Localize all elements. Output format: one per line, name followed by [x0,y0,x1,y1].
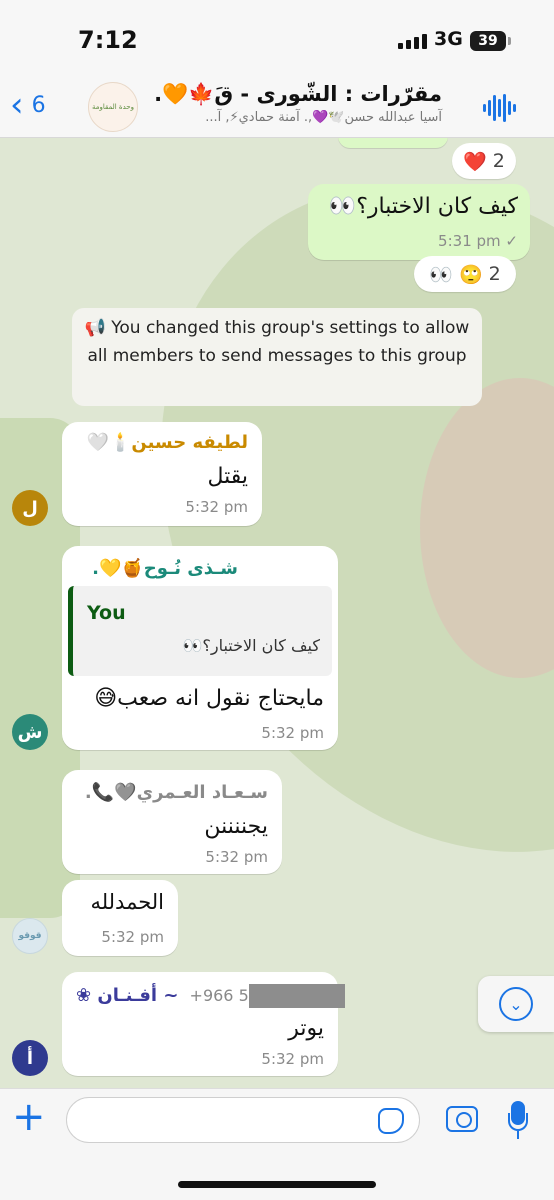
sender-name[interactable]: ~ أفـنـان ❀ [76,985,178,1006]
network-type: 3G [434,28,463,50]
unread-count: 6 [31,92,46,118]
reaction-badge[interactable]: ❤️ 2 [452,143,516,179]
reaction-badge[interactable]: 👀 🙄 2 [414,256,516,292]
audio-wave-icon[interactable] [483,94,516,122]
sender-name[interactable]: لطيفه حسين🕯️🤍 [87,432,248,453]
quoted-reply[interactable]: You كيف كان الاختبار؟👀 [68,586,332,676]
outgoing-message[interactable]: كيف كان الاختبار؟👀 5:31 pm ✓ [308,184,530,260]
sender-header: ~ أفـنـان ❀ +966 5 [76,984,345,1008]
eyes-icon: 👀 🙄 [429,263,483,286]
message-text: يوتر [288,1016,324,1041]
chat-header: ‹ 6 وحدة المقاومة مقرّرات : الشّورى - قَ… [0,76,554,138]
reaction-count: 2 [492,150,505,172]
message-time: 5:32 pm [185,498,248,516]
incoming-message[interactable]: شـذى نُـوح🍯💛. You كيف كان الاختبار؟👀 ماي… [62,546,338,750]
reaction-count: 2 [488,263,501,285]
signal-icon [398,34,427,49]
quoted-text: كيف كان الاختبار؟👀 [182,636,320,655]
message-text: يجننننن [204,814,268,839]
message-input[interactable] [66,1097,420,1143]
incoming-message[interactable]: الحمدلله 5:32 pm [62,880,178,956]
message-bubble-partial [338,138,448,148]
group-members[interactable]: آسيا عبدالله حسن🕊️💜,. آمنة حمادي⚡, آ... [205,110,442,125]
incoming-message[interactable]: سـعـاد العـمري🩶📞. يجننننن 5:32 pm [62,770,282,874]
incoming-message[interactable]: لطيفه حسين🕯️🤍 يقتل 5:32 pm [62,422,262,526]
avatar[interactable]: أ [12,1040,48,1076]
message-time: 5:32 pm [101,928,164,946]
sender-name[interactable]: سـعـاد العـمري🩶📞. [85,782,268,803]
quoted-sender: You [87,602,126,624]
message-time: 5:32 pm [205,848,268,866]
microphone-icon[interactable] [508,1101,528,1141]
message-time: 5:31 pm [438,232,501,250]
message-text: يقتل [207,464,248,489]
group-avatar[interactable]: وحدة المقاومة [88,82,138,132]
chat-area[interactable]: ❤️ 2 كيف كان الاختبار؟👀 5:31 pm ✓ 👀 🙄 2 … [0,138,554,1088]
system-message: 📢 You changed this group's settings to a… [72,308,482,406]
redacted-block [248,984,345,1008]
incoming-message[interactable]: ~ أفـنـان ❀ +966 5 يوتر 5:32 pm [62,972,345,1076]
composer-bar: + [0,1088,554,1200]
message-text: كيف كان الاختبار؟👀 [328,194,518,219]
read-check-icon: ✓ [505,232,518,250]
battery-icon: 39 [470,31,511,51]
chevron-down-icon: ⌄ [499,987,533,1021]
message-time: 5:32 pm [261,724,324,742]
message-time: 5:32 pm [261,1050,324,1068]
message-text: مايحتاج نقول انه صعب😅 [94,686,324,711]
home-indicator[interactable] [178,1181,376,1188]
group-title[interactable]: مقرّرات : الشّورى - قَ🍁🧡. [154,82,442,107]
heart-icon: ❤️ [463,150,487,173]
avatar[interactable]: ل [12,490,48,526]
camera-icon[interactable] [446,1106,478,1132]
message-meta: 5:31 pm ✓ [438,232,518,250]
plus-icon[interactable]: + [12,1097,46,1137]
sender-phone: +966 5 [189,985,249,1005]
group-logo-text: وحدة المقاومة [92,103,134,111]
message-text: الحمدلله [90,890,164,914]
sender-name[interactable]: شـذى نُـوح🍯💛. [92,558,238,579]
avatar[interactable]: قوقو [12,918,48,954]
chevron-left-icon: ‹ [10,85,24,125]
back-button[interactable]: ‹ 6 [10,88,46,122]
scroll-down-button[interactable]: ⌄ [478,976,554,1032]
avatar[interactable]: ش [12,714,48,750]
status-bar: 7:12 3G 39 [0,0,554,76]
status-time: 7:12 [78,26,138,54]
